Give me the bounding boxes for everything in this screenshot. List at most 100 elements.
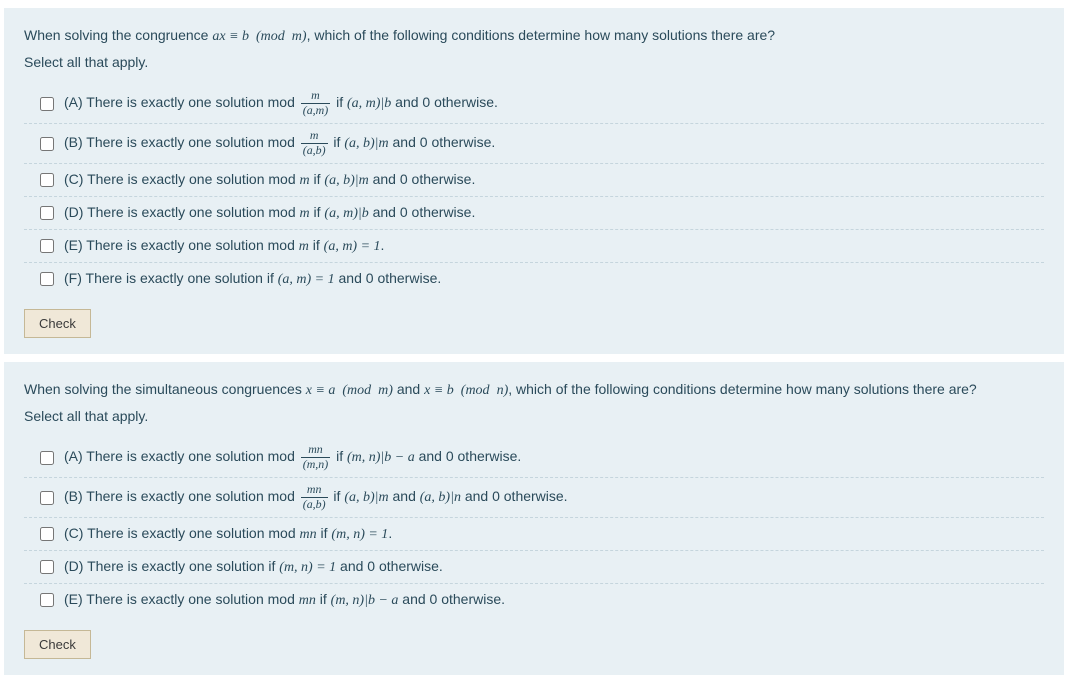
q1-C-post: and 0 otherwise. — [369, 171, 476, 187]
q2-C-post: . — [388, 525, 392, 541]
q2-D-pre: There is exactly one solution if — [83, 558, 279, 574]
q1-label-F: (F) There is exactly one solution if (a,… — [64, 270, 441, 288]
q2-label-C: (C) There is exactly one solution mod mn… — [64, 525, 392, 543]
q2-prompt-post: , which of the following conditions dete… — [508, 381, 976, 397]
q2-A-mid: if — [332, 449, 347, 465]
q2-B-num: mn — [301, 484, 328, 498]
q2-B-den: (a,b) — [301, 498, 328, 511]
q1-B-letter: (B) — [64, 134, 83, 150]
q2-A-letter: (A) — [64, 449, 83, 465]
q1-E-post: . — [381, 237, 385, 253]
q2-E-cond: (m, n)|b − a — [331, 593, 399, 608]
q1-option-C[interactable]: (C) There is exactly one solution mod m … — [24, 164, 1044, 197]
q1-A-post: and 0 otherwise. — [391, 95, 498, 111]
q2-option-E[interactable]: (E) There is exactly one solution mod mn… — [24, 584, 1044, 616]
q2-instruction: Select all that apply. — [24, 408, 1044, 424]
q2-A-den: (m,n) — [301, 458, 330, 471]
q1-B-post: and 0 otherwise. — [389, 134, 496, 150]
q2-B-mid: if — [330, 488, 345, 504]
q2-E-var: mn — [299, 593, 316, 608]
q1-label-D: (D) There is exactly one solution mod m … — [64, 204, 475, 222]
q1-A-pre: There is exactly one solution mod — [83, 95, 299, 111]
q1-B-mid: if — [330, 134, 345, 150]
q2-E-mid: if — [316, 591, 331, 607]
q2-checkbox-E[interactable] — [40, 593, 54, 607]
q1-label-C: (C) There is exactly one solution mod m … — [64, 171, 475, 189]
q1-D-mid: if — [310, 204, 325, 220]
question-2-prompt: When solving the simultaneous congruence… — [24, 378, 1044, 402]
q2-A-pre: There is exactly one solution mod — [83, 449, 299, 465]
q2-checkbox-B[interactable] — [40, 491, 54, 505]
q1-A-den: (a,m) — [301, 104, 330, 117]
q1-checkbox-F[interactable] — [40, 272, 54, 286]
q1-E-var: m — [299, 239, 309, 254]
q2-B-mid2: and — [389, 488, 420, 504]
q2-checkbox-C[interactable] — [40, 527, 54, 541]
question-1-prompt: When solving the congruence ax ≡ b (mod … — [24, 24, 1044, 48]
q1-prompt-post: , which of the following conditions dete… — [307, 27, 775, 43]
q2-C-letter: (C) — [64, 525, 83, 541]
q1-B-cond: (a, b)|m — [344, 136, 388, 151]
q2-E-pre: There is exactly one solution mod — [83, 591, 299, 607]
q2-B-cond2: (a, b)|n — [420, 490, 461, 505]
q1-prompt-math: ax ≡ b (mod m) — [212, 29, 306, 44]
q1-option-A[interactable]: (A) There is exactly one solution mod m(… — [24, 84, 1044, 124]
q2-B-cond: (a, b)|m — [344, 490, 388, 505]
q2-prompt-pre: When solving the simultaneous congruence… — [24, 381, 306, 397]
q1-C-var: m — [300, 173, 310, 188]
q2-A-post: and 0 otherwise. — [415, 449, 522, 465]
q1-E-pre: There is exactly one solution mod — [83, 237, 299, 253]
q2-prompt-math2: x ≡ b (mod n) — [424, 383, 508, 398]
q2-label-E: (E) There is exactly one solution mod mn… — [64, 591, 505, 609]
q2-option-C[interactable]: (C) There is exactly one solution mod mn… — [24, 518, 1044, 551]
q1-D-cond: (a, m)|b — [324, 206, 368, 221]
q1-C-pre: There is exactly one solution mod — [83, 171, 299, 187]
q2-A-num: mn — [301, 444, 330, 458]
q2-C-pre: There is exactly one solution mod — [83, 525, 299, 541]
q1-A-cond: (a, m)|b — [347, 97, 391, 112]
q1-B-pre: There is exactly one solution mod — [83, 134, 299, 150]
question-1: When solving the congruence ax ≡ b (mod … — [4, 8, 1064, 354]
q1-label-E: (E) There is exactly one solution mod m … — [64, 237, 384, 255]
q1-D-pre: There is exactly one solution mod — [83, 204, 299, 220]
q1-B-den: (a,b) — [301, 144, 328, 157]
q1-prompt-pre: When solving the congruence — [24, 27, 212, 43]
q1-F-letter: (F) — [64, 270, 82, 286]
q2-D-post: and 0 otherwise. — [336, 558, 443, 574]
q2-C-mid: if — [317, 525, 332, 541]
q2-E-post: and 0 otherwise. — [398, 591, 505, 607]
q1-option-D[interactable]: (D) There is exactly one solution mod m … — [24, 197, 1044, 230]
q1-option-E[interactable]: (E) There is exactly one solution mod m … — [24, 230, 1044, 263]
q2-prompt-and: and — [393, 381, 424, 397]
q2-option-A[interactable]: (A) There is exactly one solution mod mn… — [24, 438, 1044, 478]
q2-A-frac: mn(m,n) — [301, 444, 330, 471]
q2-A-cond: (m, n)|b − a — [347, 451, 415, 466]
q1-C-cond: (a, b)|m — [324, 173, 368, 188]
q2-D-letter: (D) — [64, 558, 83, 574]
q1-checkbox-C[interactable] — [40, 173, 54, 187]
q1-check-button[interactable]: Check — [24, 309, 91, 338]
q2-C-cond: (m, n) = 1 — [331, 527, 388, 542]
q2-B-letter: (B) — [64, 488, 83, 504]
q1-A-letter: (A) — [64, 95, 83, 111]
q2-option-B[interactable]: (B) There is exactly one solution mod mn… — [24, 478, 1044, 518]
q2-checkbox-D[interactable] — [40, 560, 54, 574]
q2-B-pre: There is exactly one solution mod — [83, 488, 299, 504]
q1-checkbox-A[interactable] — [40, 97, 54, 111]
q2-checkbox-A[interactable] — [40, 451, 54, 465]
q1-option-B[interactable]: (B) There is exactly one solution mod m(… — [24, 124, 1044, 164]
q2-check-button[interactable]: Check — [24, 630, 91, 659]
q1-checkbox-E[interactable] — [40, 239, 54, 253]
q1-F-post: and 0 otherwise. — [335, 270, 442, 286]
q1-B-frac: m(a,b) — [301, 130, 328, 157]
q2-C-var: mn — [300, 527, 317, 542]
q1-label-B: (B) There is exactly one solution mod m(… — [64, 130, 495, 157]
q2-prompt-math1: x ≡ a (mod m) — [306, 383, 393, 398]
q1-option-F[interactable]: (F) There is exactly one solution if (a,… — [24, 263, 1044, 295]
q1-checkbox-B[interactable] — [40, 137, 54, 151]
q2-option-D[interactable]: (D) There is exactly one solution if (m,… — [24, 551, 1044, 584]
q1-label-A: (A) There is exactly one solution mod m(… — [64, 90, 498, 117]
q1-checkbox-D[interactable] — [40, 206, 54, 220]
q1-instruction: Select all that apply. — [24, 54, 1044, 70]
q1-D-var: m — [300, 206, 310, 221]
